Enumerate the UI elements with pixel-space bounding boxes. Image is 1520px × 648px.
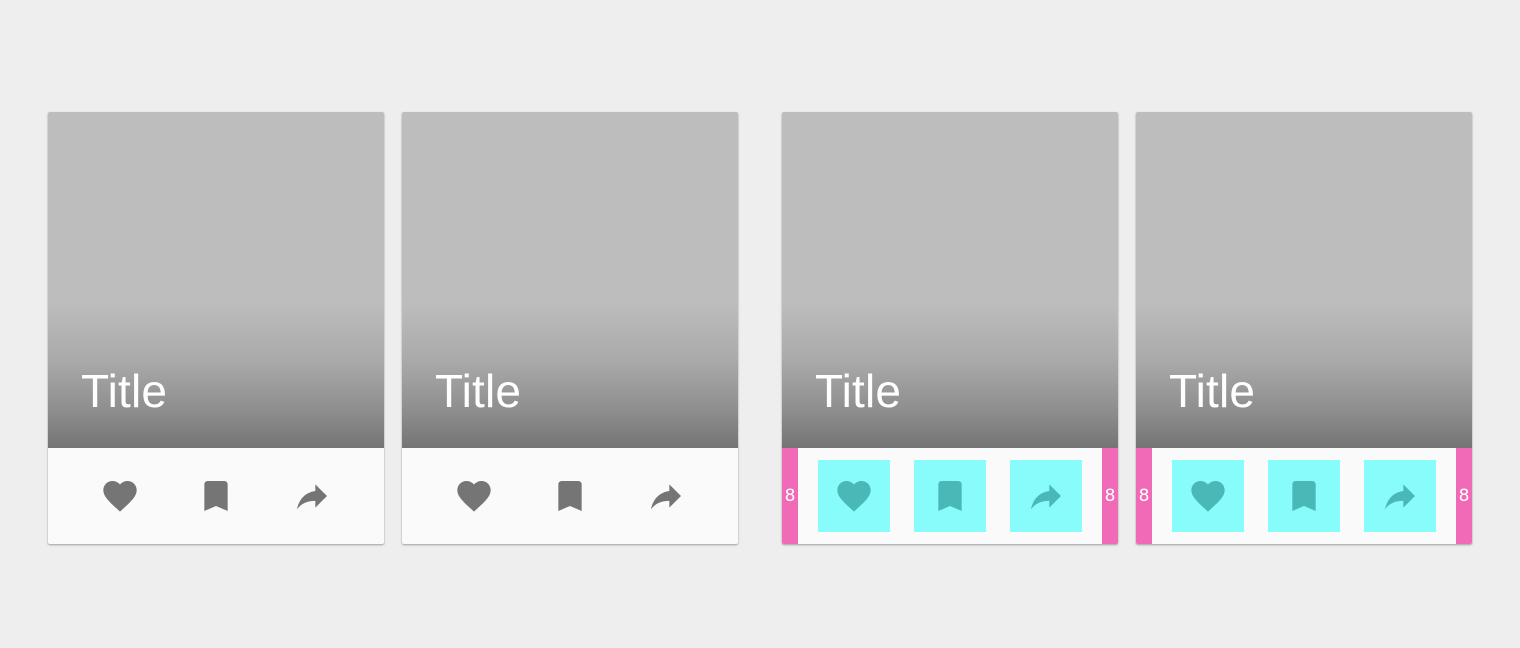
bookmark-icon <box>204 481 228 511</box>
heart-icon <box>837 481 871 512</box>
share-button[interactable] <box>276 460 348 532</box>
share-icon <box>651 484 681 510</box>
card-title: Title <box>1169 365 1256 417</box>
favorite-button[interactable] <box>1172 460 1244 532</box>
bookmark-button[interactable] <box>180 460 252 532</box>
share-button[interactable] <box>1010 460 1082 532</box>
favorite-button[interactable] <box>84 460 156 532</box>
card-3-annotated: Title 8 8 <box>782 112 1118 544</box>
bookmark-icon <box>558 481 582 511</box>
card-2: Title <box>402 112 738 544</box>
card-title: Title <box>81 365 168 417</box>
share-button[interactable] <box>1364 460 1436 532</box>
bookmark-button[interactable] <box>1268 460 1340 532</box>
card-actions: 8 8 <box>782 448 1118 544</box>
card-title: Title <box>815 365 902 417</box>
bookmark-button[interactable] <box>914 460 986 532</box>
padding-right-marker: 8 <box>1456 448 1472 544</box>
share-icon <box>1031 484 1061 510</box>
card-title: Title <box>435 365 522 417</box>
heart-icon <box>457 481 491 512</box>
share-icon <box>297 484 327 510</box>
share-icon <box>1385 484 1415 510</box>
favorite-button[interactable] <box>818 460 890 532</box>
padding-left-marker: 8 <box>1136 448 1152 544</box>
bookmark-icon <box>938 481 962 511</box>
padding-left-marker: 8 <box>782 448 798 544</box>
share-button[interactable] <box>630 460 702 532</box>
heart-icon <box>1191 481 1225 512</box>
card-actions: 8 8 <box>1136 448 1472 544</box>
card-1: Title <box>48 112 384 544</box>
padding-right-marker: 8 <box>1102 448 1118 544</box>
bookmark-icon <box>1292 481 1316 511</box>
favorite-button[interactable] <box>438 460 510 532</box>
heart-icon <box>103 481 137 512</box>
card-actions <box>402 448 738 544</box>
card-actions <box>48 448 384 544</box>
card-4-annotated: Title 8 8 <box>1136 112 1472 544</box>
bookmark-button[interactable] <box>534 460 606 532</box>
